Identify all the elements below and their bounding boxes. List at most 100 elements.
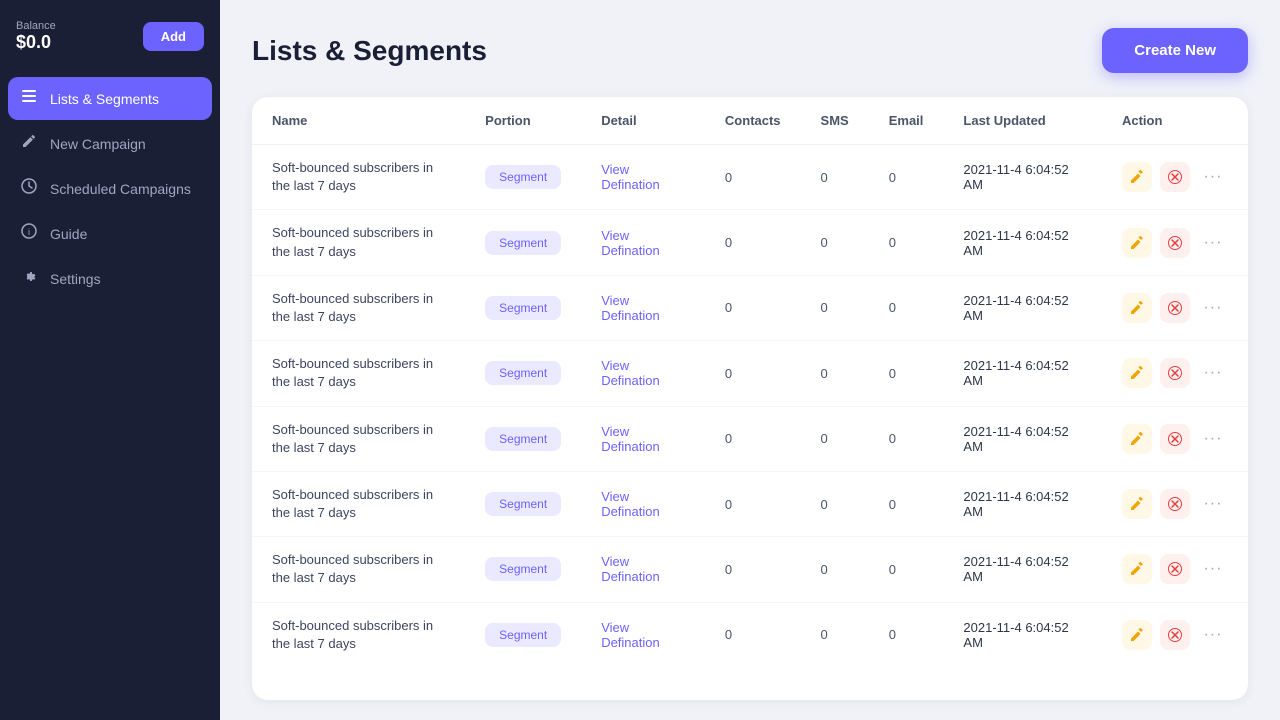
- delete-button[interactable]: [1160, 228, 1190, 258]
- delete-button[interactable]: [1160, 424, 1190, 454]
- contacts-cell: 0: [705, 602, 801, 667]
- segment-badge: Segment: [485, 492, 561, 516]
- main-header: Lists & Segments Create New: [252, 28, 1248, 73]
- row-name: Soft-bounced subscribers in the last 7 d…: [272, 224, 445, 260]
- balance-label: Balance: [16, 20, 56, 32]
- segment-badge: Segment: [485, 557, 561, 581]
- action-cell: ···: [1122, 162, 1228, 192]
- lists-segments-table: Name Portion Detail Contacts SMS Email L…: [252, 97, 1248, 667]
- view-definition-link[interactable]: View Defination: [601, 228, 660, 258]
- more-button[interactable]: ···: [1198, 489, 1228, 519]
- guide-icon: i: [20, 223, 38, 244]
- balance-amount: $0.0: [16, 32, 56, 53]
- edit-button[interactable]: [1122, 293, 1152, 323]
- edit-button[interactable]: [1122, 554, 1152, 584]
- col-header-email: Email: [869, 97, 944, 145]
- table-row: Soft-bounced subscribers in the last 7 d…: [252, 145, 1248, 210]
- edit-button[interactable]: [1122, 162, 1152, 192]
- sms-cell: 0: [801, 471, 869, 536]
- create-new-button[interactable]: Create New: [1102, 28, 1248, 73]
- sidebar-item-label: Guide: [50, 226, 87, 242]
- view-definition-link[interactable]: View Defination: [601, 293, 660, 323]
- view-definition-link[interactable]: View Defination: [601, 162, 660, 192]
- delete-button[interactable]: [1160, 620, 1190, 650]
- action-cell: ···: [1122, 228, 1228, 258]
- more-button[interactable]: ···: [1198, 620, 1228, 650]
- delete-button[interactable]: [1160, 554, 1190, 584]
- action-cell: ···: [1122, 554, 1228, 584]
- more-button[interactable]: ···: [1198, 358, 1228, 388]
- more-button[interactable]: ···: [1198, 554, 1228, 584]
- more-button[interactable]: ···: [1198, 162, 1228, 192]
- email-cell: 0: [869, 537, 944, 602]
- page-title: Lists & Segments: [252, 35, 487, 67]
- email-cell: 0: [869, 275, 944, 340]
- delete-button[interactable]: [1160, 293, 1190, 323]
- sms-cell: 0: [801, 537, 869, 602]
- sms-cell: 0: [801, 602, 869, 667]
- sidebar: Balance $0.0 Add Lists & Segments New Ca…: [0, 0, 220, 720]
- segment-badge: Segment: [485, 427, 561, 451]
- contacts-cell: 0: [705, 341, 801, 406]
- row-name: Soft-bounced subscribers in the last 7 d…: [272, 617, 445, 653]
- more-button[interactable]: ···: [1198, 424, 1228, 454]
- balance-section: Balance $0.0 Add: [0, 20, 220, 69]
- add-button[interactable]: Add: [143, 22, 204, 51]
- delete-button[interactable]: [1160, 358, 1190, 388]
- edit-button[interactable]: [1122, 358, 1152, 388]
- col-header-sms: SMS: [801, 97, 869, 145]
- last-updated-cell: 2021-11-4 6:04:52 AM: [943, 537, 1102, 602]
- col-header-portion: Portion: [465, 97, 581, 145]
- delete-button[interactable]: [1160, 489, 1190, 519]
- view-definition-link[interactable]: View Defination: [601, 620, 660, 650]
- segment-badge: Segment: [485, 231, 561, 255]
- segment-badge: Segment: [485, 361, 561, 385]
- sms-cell: 0: [801, 210, 869, 275]
- edit-button[interactable]: [1122, 489, 1152, 519]
- row-name: Soft-bounced subscribers in the last 7 d…: [272, 421, 445, 457]
- last-updated-cell: 2021-11-4 6:04:52 AM: [943, 602, 1102, 667]
- email-cell: 0: [869, 341, 944, 406]
- sidebar-item-lists-segments[interactable]: Lists & Segments: [8, 77, 212, 120]
- action-cell: ···: [1122, 293, 1228, 323]
- view-definition-link[interactable]: View Defination: [601, 358, 660, 388]
- lists-segments-icon: [20, 88, 38, 109]
- table-row: Soft-bounced subscribers in the last 7 d…: [252, 341, 1248, 406]
- table-row: Soft-bounced subscribers in the last 7 d…: [252, 602, 1248, 667]
- sidebar-item-label: New Campaign: [50, 136, 146, 152]
- delete-button[interactable]: [1160, 162, 1190, 192]
- email-cell: 0: [869, 210, 944, 275]
- sidebar-item-settings[interactable]: Settings: [8, 257, 212, 300]
- row-name: Soft-bounced subscribers in the last 7 d…: [272, 355, 445, 391]
- more-button[interactable]: ···: [1198, 228, 1228, 258]
- last-updated-cell: 2021-11-4 6:04:52 AM: [943, 210, 1102, 275]
- edit-button[interactable]: [1122, 424, 1152, 454]
- view-definition-link[interactable]: View Defination: [601, 424, 660, 454]
- sidebar-item-new-campaign[interactable]: New Campaign: [8, 122, 212, 165]
- sidebar-item-label: Scheduled Campaigns: [50, 181, 191, 197]
- sms-cell: 0: [801, 275, 869, 340]
- email-cell: 0: [869, 471, 944, 536]
- table-row: Soft-bounced subscribers in the last 7 d…: [252, 275, 1248, 340]
- sidebar-item-label: Settings: [50, 271, 101, 287]
- col-header-last-updated: Last Updated: [943, 97, 1102, 145]
- sidebar-item-guide[interactable]: i Guide: [8, 212, 212, 255]
- table-row: Soft-bounced subscribers in the last 7 d…: [252, 210, 1248, 275]
- sidebar-item-scheduled-campaigns[interactable]: Scheduled Campaigns: [8, 167, 212, 210]
- more-button[interactable]: ···: [1198, 293, 1228, 323]
- new-campaign-icon: [20, 133, 38, 154]
- segment-badge: Segment: [485, 296, 561, 320]
- segment-badge: Segment: [485, 165, 561, 189]
- last-updated-cell: 2021-11-4 6:04:52 AM: [943, 471, 1102, 536]
- view-definition-link[interactable]: View Defination: [601, 489, 660, 519]
- row-name: Soft-bounced subscribers in the last 7 d…: [272, 290, 445, 326]
- edit-button[interactable]: [1122, 228, 1152, 258]
- edit-button[interactable]: [1122, 620, 1152, 650]
- sms-cell: 0: [801, 406, 869, 471]
- email-cell: 0: [869, 602, 944, 667]
- row-name: Soft-bounced subscribers in the last 7 d…: [272, 486, 445, 522]
- view-definition-link[interactable]: View Defination: [601, 554, 660, 584]
- contacts-cell: 0: [705, 145, 801, 210]
- last-updated-cell: 2021-11-4 6:04:52 AM: [943, 145, 1102, 210]
- col-header-detail: Detail: [581, 97, 705, 145]
